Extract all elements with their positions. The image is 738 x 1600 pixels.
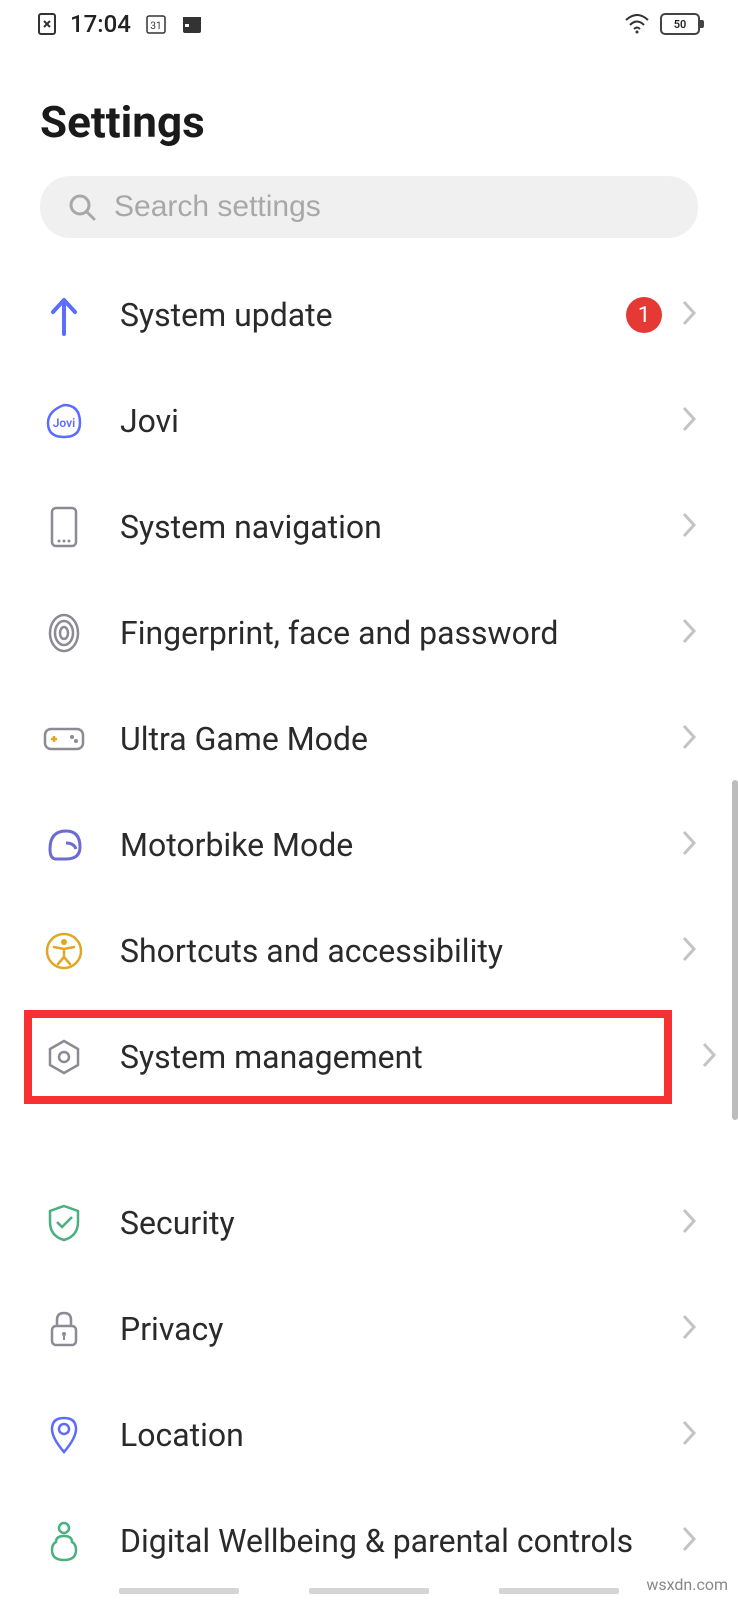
item-label: Privacy	[120, 1310, 680, 1348]
item-system-management[interactable]: System management	[18, 1004, 678, 1110]
battery-icon: 50	[660, 13, 700, 35]
notification-badge: 1	[626, 297, 662, 333]
item-shortcuts[interactable]: Shortcuts and accessibility	[0, 898, 738, 1004]
chevron-right-icon	[680, 510, 698, 544]
item-location[interactable]: Location	[0, 1382, 738, 1488]
section-gap	[0, 1110, 738, 1170]
chevron-right-icon	[680, 298, 698, 332]
phone-nav-icon	[40, 503, 88, 551]
item-label: Jovi	[120, 402, 680, 440]
lock-icon	[40, 1305, 88, 1353]
page-title: Settings	[0, 48, 738, 176]
sim-x-icon	[38, 13, 56, 35]
status-bar: 17:04 31 50	[0, 0, 738, 48]
item-jovi[interactable]: Jovi Jovi	[0, 368, 738, 474]
item-digital-wellbeing[interactable]: Digital Wellbeing & parental controls	[0, 1488, 738, 1594]
scrollbar[interactable]	[732, 780, 738, 1120]
search-input[interactable]	[114, 190, 670, 224]
search-box[interactable]	[40, 176, 698, 238]
calendar-icon: 31	[145, 13, 167, 35]
svg-text:Jovi: Jovi	[53, 416, 76, 430]
search-icon	[68, 193, 96, 221]
bottom-nav-indicator	[0, 1588, 738, 1600]
arrow-up-icon	[40, 291, 88, 339]
chevron-right-icon	[680, 722, 698, 756]
gamepad-icon	[40, 715, 88, 763]
chevron-right-icon	[680, 934, 698, 968]
shield-icon	[40, 1199, 88, 1247]
chevron-right-icon	[680, 828, 698, 862]
chevron-right-icon	[680, 1206, 698, 1240]
item-label: System management	[120, 1038, 678, 1076]
heart-person-icon	[40, 1517, 88, 1565]
watermark: wsxdn.com	[646, 1575, 728, 1594]
chevron-right-icon	[680, 1312, 698, 1346]
item-ultra-game[interactable]: Ultra Game Mode	[0, 686, 738, 792]
item-label: Shortcuts and accessibility	[120, 932, 680, 970]
item-system-navigation[interactable]: System navigation	[0, 474, 738, 580]
item-label: Fingerprint, face and password	[120, 614, 680, 652]
item-label: Motorbike Mode	[120, 826, 680, 864]
fingerprint-icon	[40, 609, 88, 657]
chevron-right-icon	[700, 1040, 718, 1074]
chevron-right-icon	[680, 1418, 698, 1452]
item-fingerprint[interactable]: Fingerprint, face and password	[0, 580, 738, 686]
status-time: 17:04	[70, 10, 131, 38]
item-privacy[interactable]: Privacy	[0, 1276, 738, 1382]
chevron-right-icon	[680, 616, 698, 650]
chevron-right-icon	[680, 1524, 698, 1558]
status-left: 17:04 31	[38, 10, 203, 38]
svg-text:31: 31	[150, 21, 161, 32]
calendar-filled-icon	[181, 13, 203, 35]
item-label: System update	[120, 296, 626, 334]
settings-list: System update 1 Jovi Jovi System navigat…	[0, 262, 738, 1594]
status-right: 50	[624, 13, 700, 35]
helmet-icon	[40, 821, 88, 869]
pin-icon	[40, 1411, 88, 1459]
item-label: System navigation	[120, 508, 680, 546]
item-label: Location	[120, 1416, 680, 1454]
chevron-right-icon	[680, 404, 698, 438]
item-motorbike[interactable]: Motorbike Mode	[0, 792, 738, 898]
item-security[interactable]: Security	[0, 1170, 738, 1276]
jovi-icon: Jovi	[40, 397, 88, 445]
item-label: Digital Wellbeing & parental controls	[120, 1522, 680, 1560]
wifi-icon	[624, 14, 650, 34]
item-system-update[interactable]: System update 1	[0, 262, 738, 368]
accessibility-icon	[40, 927, 88, 975]
item-label: Ultra Game Mode	[120, 720, 680, 758]
hex-gear-icon	[40, 1033, 88, 1081]
item-label: Security	[120, 1204, 680, 1242]
